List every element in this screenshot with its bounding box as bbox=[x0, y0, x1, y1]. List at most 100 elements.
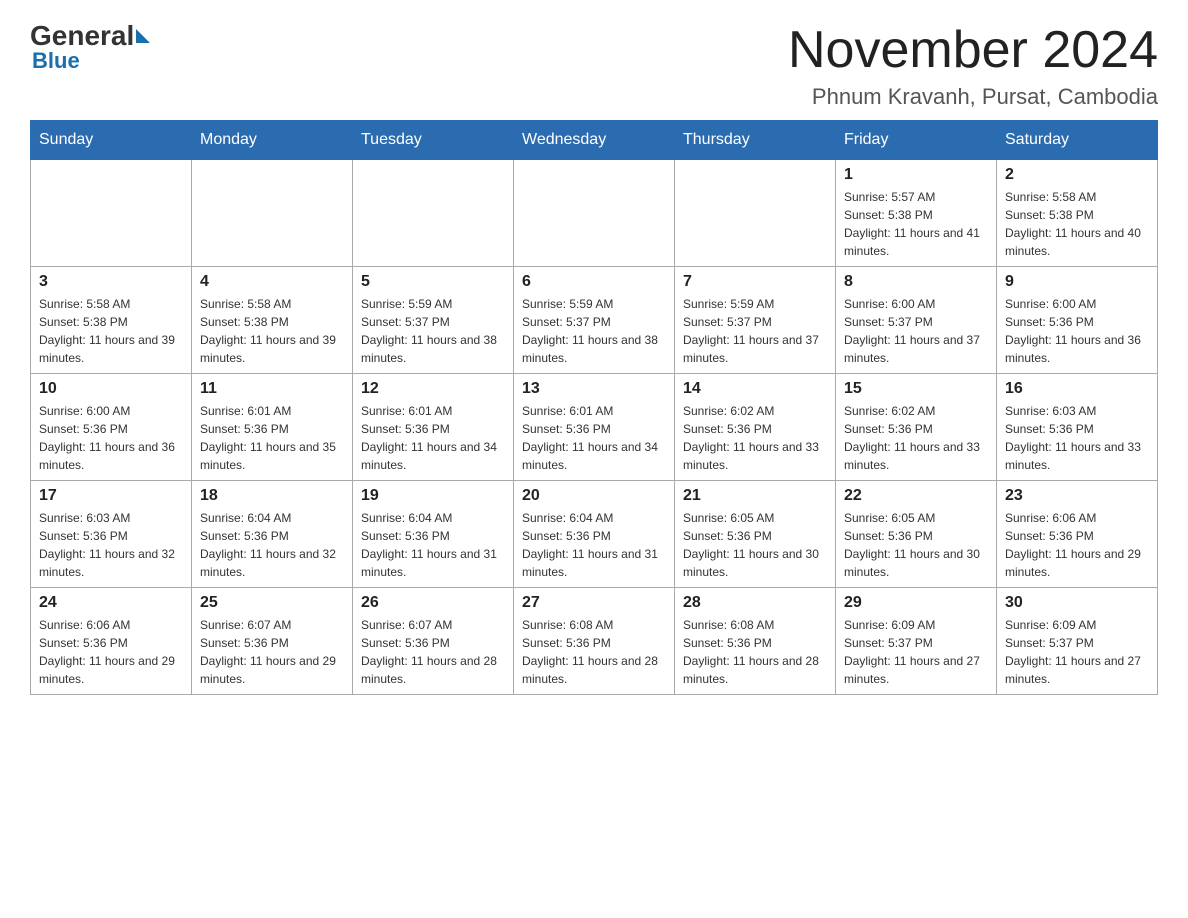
day-number: 30 bbox=[1005, 594, 1149, 612]
day-cell: 29 Sunrise: 6:09 AMSunset: 5:37 PMDayligh… bbox=[836, 588, 997, 695]
day-number: 11 bbox=[200, 380, 344, 398]
day-info: Sunrise: 5:59 AMSunset: 5:37 PMDaylight:… bbox=[683, 295, 827, 367]
day-number: 15 bbox=[844, 380, 988, 398]
day-cell: 28 Sunrise: 6:08 AMSunset: 5:36 PMDayligh… bbox=[675, 588, 836, 695]
day-info: Sunrise: 6:03 AMSunset: 5:36 PMDaylight:… bbox=[39, 509, 183, 581]
day-number: 3 bbox=[39, 273, 183, 291]
day-info: Sunrise: 5:59 AMSunset: 5:37 PMDaylight:… bbox=[522, 295, 666, 367]
day-number: 19 bbox=[361, 487, 505, 505]
day-number: 8 bbox=[844, 273, 988, 291]
header-row: SundayMondayTuesdayWednesdayThursdayFrid… bbox=[31, 121, 1158, 160]
day-cell: 26 Sunrise: 6:07 AMSunset: 5:36 PMDayligh… bbox=[353, 588, 514, 695]
column-header-tuesday: Tuesday bbox=[353, 121, 514, 160]
day-info: Sunrise: 6:04 AMSunset: 5:36 PMDaylight:… bbox=[522, 509, 666, 581]
calendar-table: SundayMondayTuesdayWednesdayThursdayFrid… bbox=[30, 120, 1158, 695]
column-header-monday: Monday bbox=[192, 121, 353, 160]
day-number: 29 bbox=[844, 594, 988, 612]
day-info: Sunrise: 6:09 AMSunset: 5:37 PMDaylight:… bbox=[844, 616, 988, 688]
day-cell: 21 Sunrise: 6:05 AMSunset: 5:36 PMDayligh… bbox=[675, 481, 836, 588]
day-number: 5 bbox=[361, 273, 505, 291]
logo-triangle-icon bbox=[136, 29, 150, 43]
day-info: Sunrise: 6:06 AMSunset: 5:36 PMDaylight:… bbox=[1005, 509, 1149, 581]
day-cell: 23Sunrise: 6:06 AMSunset: 5:36 PMDayligh… bbox=[997, 481, 1158, 588]
day-number: 28 bbox=[683, 594, 827, 612]
day-number: 18 bbox=[200, 487, 344, 505]
day-cell: 17 Sunrise: 6:03 AMSunset: 5:36 PMDayligh… bbox=[31, 481, 192, 588]
day-cell: 16 Sunrise: 6:03 AMSunset: 5:36 PMDayligh… bbox=[997, 374, 1158, 481]
day-cell: 2 Sunrise: 5:58 AMSunset: 5:38 PMDaylight… bbox=[997, 160, 1158, 267]
day-cell: 20 Sunrise: 6:04 AMSunset: 5:36 PMDayligh… bbox=[514, 481, 675, 588]
week-row-3: 10 Sunrise: 6:00 AMSunset: 5:36 PMDayligh… bbox=[31, 374, 1158, 481]
day-cell: 6 Sunrise: 5:59 AMSunset: 5:37 PMDaylight… bbox=[514, 267, 675, 374]
title-area: November 2024 Phnum Kravanh, Pursat, Cam… bbox=[788, 20, 1158, 110]
day-info: Sunrise: 6:05 AMSunset: 5:36 PMDaylight:… bbox=[683, 509, 827, 581]
day-number: 9 bbox=[1005, 273, 1149, 291]
day-info: Sunrise: 6:00 AMSunset: 5:36 PMDaylight:… bbox=[1005, 295, 1149, 367]
day-number: 10 bbox=[39, 380, 183, 398]
day-cell: 11 Sunrise: 6:01 AMSunset: 5:36 PMDayligh… bbox=[192, 374, 353, 481]
day-info: Sunrise: 6:07 AMSunset: 5:36 PMDaylight:… bbox=[361, 616, 505, 688]
day-info: Sunrise: 6:02 AMSunset: 5:36 PMDaylight:… bbox=[844, 402, 988, 474]
day-number: 21 bbox=[683, 487, 827, 505]
day-info: Sunrise: 5:59 AMSunset: 5:37 PMDaylight:… bbox=[361, 295, 505, 367]
day-number: 17 bbox=[39, 487, 183, 505]
column-header-friday: Friday bbox=[836, 121, 997, 160]
day-info: Sunrise: 5:57 AMSunset: 5:38 PMDaylight:… bbox=[844, 188, 988, 260]
day-cell: 25Sunrise: 6:07 AMSunset: 5:36 PMDayligh… bbox=[192, 588, 353, 695]
week-row-4: 17 Sunrise: 6:03 AMSunset: 5:36 PMDayligh… bbox=[31, 481, 1158, 588]
day-number: 12 bbox=[361, 380, 505, 398]
week-row-2: 3 Sunrise: 5:58 AMSunset: 5:38 PMDaylight… bbox=[31, 267, 1158, 374]
day-cell: 15 Sunrise: 6:02 AMSunset: 5:36 PMDayligh… bbox=[836, 374, 997, 481]
day-number: 27 bbox=[522, 594, 666, 612]
day-cell: 27 Sunrise: 6:08 AMSunset: 5:36 PMDayligh… bbox=[514, 588, 675, 695]
logo-blue-label: Blue bbox=[32, 48, 80, 74]
day-number: 4 bbox=[200, 273, 344, 291]
day-number: 13 bbox=[522, 380, 666, 398]
day-info: Sunrise: 6:02 AMSunset: 5:36 PMDaylight:… bbox=[683, 402, 827, 474]
day-info: Sunrise: 5:58 AMSunset: 5:38 PMDaylight:… bbox=[1005, 188, 1149, 260]
day-cell: 1 Sunrise: 5:57 AMSunset: 5:38 PMDaylight… bbox=[836, 160, 997, 267]
month-title: November 2024 bbox=[788, 20, 1158, 80]
day-info: Sunrise: 6:09 AMSunset: 5:37 PMDaylight:… bbox=[1005, 616, 1149, 688]
location-title: Phnum Kravanh, Pursat, Cambodia bbox=[788, 84, 1158, 110]
day-info: Sunrise: 6:00 AMSunset: 5:36 PMDaylight:… bbox=[39, 402, 183, 474]
day-cell: 18 Sunrise: 6:04 AMSunset: 5:36 PMDayligh… bbox=[192, 481, 353, 588]
day-number: 2 bbox=[1005, 166, 1149, 184]
day-info: Sunrise: 6:01 AMSunset: 5:36 PMDaylight:… bbox=[200, 402, 344, 474]
day-info: Sunrise: 6:08 AMSunset: 5:36 PMDaylight:… bbox=[522, 616, 666, 688]
day-number: 6 bbox=[522, 273, 666, 291]
day-info: Sunrise: 6:04 AMSunset: 5:36 PMDaylight:… bbox=[361, 509, 505, 581]
day-info: Sunrise: 6:00 AMSunset: 5:37 PMDaylight:… bbox=[844, 295, 988, 367]
day-cell: 4 Sunrise: 5:58 AMSunset: 5:38 PMDaylight… bbox=[192, 267, 353, 374]
day-cell: 14 Sunrise: 6:02 AMSunset: 5:36 PMDayligh… bbox=[675, 374, 836, 481]
logo: General Blue bbox=[30, 20, 150, 74]
day-info: Sunrise: 5:58 AMSunset: 5:38 PMDaylight:… bbox=[200, 295, 344, 367]
day-cell: 5 Sunrise: 5:59 AMSunset: 5:37 PMDaylight… bbox=[353, 267, 514, 374]
day-number: 22 bbox=[844, 487, 988, 505]
day-cell: 24 Sunrise: 6:06 AMSunset: 5:36 PMDayligh… bbox=[31, 588, 192, 695]
day-info: Sunrise: 5:58 AMSunset: 5:38 PMDaylight:… bbox=[39, 295, 183, 367]
day-cell bbox=[353, 160, 514, 267]
day-number: 20 bbox=[522, 487, 666, 505]
day-cell: 12 Sunrise: 6:01 AMSunset: 5:36 PMDayligh… bbox=[353, 374, 514, 481]
column-header-wednesday: Wednesday bbox=[514, 121, 675, 160]
day-number: 16 bbox=[1005, 380, 1149, 398]
day-number: 26 bbox=[361, 594, 505, 612]
column-header-saturday: Saturday bbox=[997, 121, 1158, 160]
day-cell: 9 Sunrise: 6:00 AMSunset: 5:36 PMDaylight… bbox=[997, 267, 1158, 374]
day-info: Sunrise: 6:06 AMSunset: 5:36 PMDaylight:… bbox=[39, 616, 183, 688]
day-number: 14 bbox=[683, 380, 827, 398]
day-info: Sunrise: 6:05 AMSunset: 5:36 PMDaylight:… bbox=[844, 509, 988, 581]
day-info: Sunrise: 6:03 AMSunset: 5:36 PMDaylight:… bbox=[1005, 402, 1149, 474]
day-number: 1 bbox=[844, 166, 988, 184]
day-info: Sunrise: 6:01 AMSunset: 5:36 PMDaylight:… bbox=[361, 402, 505, 474]
day-cell: 19 Sunrise: 6:04 AMSunset: 5:36 PMDayligh… bbox=[353, 481, 514, 588]
day-cell: 8 Sunrise: 6:00 AMSunset: 5:37 PMDaylight… bbox=[836, 267, 997, 374]
day-info: Sunrise: 6:04 AMSunset: 5:36 PMDaylight:… bbox=[200, 509, 344, 581]
column-header-thursday: Thursday bbox=[675, 121, 836, 160]
day-number: 24 bbox=[39, 594, 183, 612]
week-row-5: 24 Sunrise: 6:06 AMSunset: 5:36 PMDayligh… bbox=[31, 588, 1158, 695]
day-cell: 22 Sunrise: 6:05 AMSunset: 5:36 PMDayligh… bbox=[836, 481, 997, 588]
day-info: Sunrise: 6:08 AMSunset: 5:36 PMDaylight:… bbox=[683, 616, 827, 688]
day-cell: 13Sunrise: 6:01 AMSunset: 5:36 PMDayligh… bbox=[514, 374, 675, 481]
